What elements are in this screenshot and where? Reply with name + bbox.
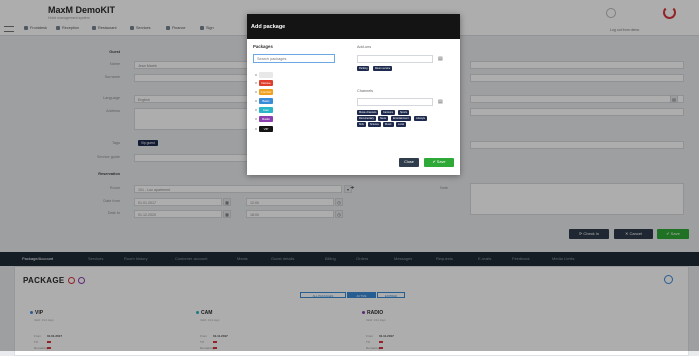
radio-bullet-icon[interactable] [255, 128, 257, 130]
package-chip-vip[interactable]: VIP [259, 126, 273, 132]
radio-bullet-icon[interactable] [255, 118, 257, 120]
package-chip-radio[interactable]: Radio [259, 116, 273, 122]
package-chip-basic[interactable]: Basic [259, 98, 273, 104]
addon-chip[interactable]: Parking [357, 66, 370, 71]
radio-bullet-icon[interactable] [255, 82, 257, 84]
channel-chip[interactable]: Music [383, 122, 394, 127]
package-chip-cam[interactable]: Cam [259, 107, 273, 113]
channel-chip[interactable]: News [378, 116, 389, 121]
channel-chip[interactable]: Sports [398, 110, 410, 115]
radio-bullet-icon[interactable] [255, 100, 257, 102]
package-chip[interactable] [259, 72, 273, 78]
channel-chip[interactable]: Science [368, 122, 381, 127]
addons-input[interactable] [357, 55, 433, 63]
packages-label: Packages [253, 44, 273, 49]
close-button[interactable]: Close [399, 158, 419, 167]
channel-chip[interactable]: Documentary [357, 116, 376, 121]
channel-chip[interactable]: Movie channels [357, 110, 379, 115]
addon-chip[interactable]: Room service [373, 66, 393, 71]
channel-chip[interactable]: Kids [357, 122, 366, 127]
modal-title: Add package [251, 24, 286, 30]
radio-bullet-icon[interactable] [255, 91, 257, 93]
list-icon[interactable]: ▤ [438, 56, 443, 62]
radio-bullet-icon[interactable] [255, 74, 257, 76]
package-chip-deluxe[interactable]: Deluxe [259, 80, 273, 86]
channel-chip[interactable]: Entertainment [391, 116, 411, 121]
channel-chip[interactable]: Lifestyle [414, 116, 428, 121]
channel-chip[interactable]: Cartoons [381, 110, 396, 115]
channels-label: Channels [357, 89, 374, 93]
channels-input[interactable] [357, 98, 433, 106]
channel-chip[interactable]: Local [396, 122, 406, 127]
package-chip-comfort[interactable]: Comfort [259, 89, 273, 95]
list-icon[interactable]: ▤ [438, 99, 443, 105]
addons-label: Add-ons [357, 45, 372, 49]
modal-save-button[interactable]: ✔ Save [424, 158, 454, 167]
radio-bullet-icon[interactable] [255, 109, 257, 111]
search-packages-input[interactable] [253, 54, 335, 63]
